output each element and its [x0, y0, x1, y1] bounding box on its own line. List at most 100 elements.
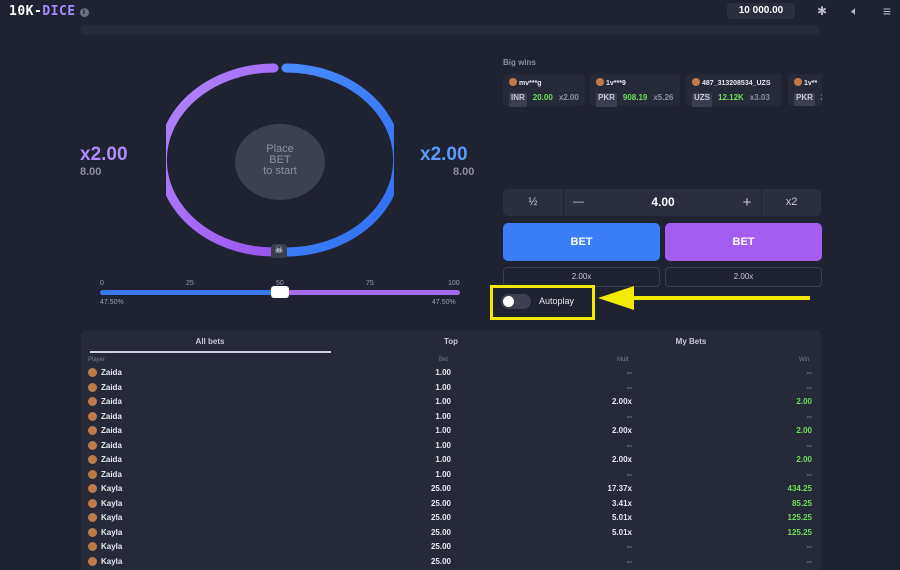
win-mult: x3.03 [749, 93, 770, 102]
menu-icon[interactable]: ≡ [879, 4, 895, 18]
cell-bet: 1.00 [435, 397, 451, 406]
tab-all-bets[interactable]: All bets [150, 337, 270, 346]
bet-amount-input[interactable]: 4.00 [593, 189, 733, 216]
double-button[interactable]: x2 [761, 189, 821, 216]
slider-tick: 75 [366, 280, 374, 287]
avatar [88, 542, 97, 551]
cell-bet: 25.00 [430, 498, 451, 508]
table-row: Kayla 25.00 17.37x 434.25 [0, 484, 900, 498]
autoplay-label: Autoplay [539, 296, 575, 306]
cell-player: Zaida [88, 440, 122, 450]
big-win-card[interactable]: 487_313208534_UZS UZS 12.12K x3.03 [686, 74, 782, 107]
column-header-win: Win [799, 357, 810, 363]
cell-win: 2.00 [796, 455, 812, 464]
player-name: Zaida [101, 426, 122, 435]
cell-player: Zaida [88, 455, 122, 464]
autoplay-toggle[interactable] [501, 293, 531, 309]
cell-bet: 1.00 [435, 368, 451, 377]
player-name: Kayla [101, 513, 123, 522]
cell-win: -- [806, 382, 812, 392]
column-header-mult: Mult [617, 357, 629, 363]
cell-mult: 17.37x [607, 484, 632, 493]
cell-mult: -- [626, 469, 632, 479]
avatar [88, 426, 97, 435]
cell-player: Kayla [88, 498, 122, 508]
cell-bet: 25.00 [430, 542, 451, 551]
avatar [88, 368, 97, 377]
bet-button-left-side[interactable]: BET [665, 223, 822, 261]
odds-left: 2.00x [503, 267, 660, 287]
table-row: Kayla 25.00 5.01x 125.25 [0, 527, 900, 542]
tab-my-bets[interactable]: My Bets [631, 337, 751, 346]
table-row: Kayla 25.00 5.01x 125.25 [0, 513, 900, 527]
big-win-card[interactable]: mv***g INR 20.00 x2.00 [503, 74, 585, 107]
cell-bet: 1.00 [435, 440, 451, 450]
win-currency: PKR [794, 93, 815, 106]
cell-mult: 2.00x [611, 455, 632, 464]
game-logo: 10K-DICE i [9, 4, 89, 19]
slider-track-right[interactable] [280, 290, 460, 295]
cell-win: -- [806, 556, 812, 566]
cell-mult: 5.01x [611, 527, 632, 537]
avatar [88, 455, 97, 464]
autoplay-control[interactable]: Autoplay [501, 292, 574, 310]
half-button[interactable]: ½ [503, 189, 563, 216]
logo-text-dice: DICE [42, 4, 76, 19]
plus-button[interactable]: + [733, 189, 761, 216]
player-name: Kayla [101, 484, 123, 493]
win-amount: 2 [821, 93, 822, 106]
avatar [88, 397, 97, 406]
cell-win: -- [806, 368, 812, 377]
minus-button[interactable]: — [563, 189, 593, 216]
slider-track-left[interactable] [100, 290, 280, 295]
info-icon[interactable]: i [79, 8, 89, 17]
player-name: Zaida [101, 440, 122, 450]
top-strip [80, 25, 820, 35]
avatar [88, 513, 97, 522]
cell-win: -- [806, 411, 812, 421]
bet-button-right-side[interactable]: BET [503, 223, 660, 261]
cell-win: 434.25 [787, 484, 812, 493]
header: 10K-DICE i 10 000.00 ✱ 🔈︎ ≡ [0, 0, 900, 24]
cell-bet: 25.00 [430, 527, 451, 537]
odds-right: 2.00x [665, 267, 822, 287]
tab-top[interactable]: Top [391, 337, 511, 346]
avatar [794, 78, 802, 86]
cell-mult: -- [626, 556, 632, 566]
center-text-to-start: to start [263, 165, 297, 177]
right-chance: 47.50% [432, 299, 456, 306]
big-win-card[interactable]: 1v***9 PKR 908.19 x5.26 [590, 74, 680, 107]
cell-mult: -- [626, 542, 632, 551]
slider-handle[interactable] [271, 286, 289, 298]
cell-win: -- [806, 469, 812, 479]
cell-bet: 1.00 [435, 426, 451, 435]
sound-icon[interactable]: 🔈︎ [847, 4, 863, 18]
win-mult: x2.00 [558, 93, 579, 102]
slider-tick: 100 [448, 280, 460, 287]
cell-bet: 1.00 [435, 469, 451, 479]
avatar [88, 527, 97, 537]
cell-bet: 1.00 [435, 411, 451, 421]
win-currency: INR [509, 93, 527, 107]
player-name: Zaida [101, 469, 122, 479]
table-row: Kayla 25.00 -- -- [0, 556, 900, 570]
avatar [692, 78, 700, 86]
cell-player: Zaida [88, 426, 122, 435]
avatar [509, 78, 517, 86]
slider-tick: 0 [100, 280, 104, 287]
table-row: Zaida 1.00 -- -- [0, 469, 900, 484]
cell-player: Zaida [88, 469, 122, 479]
cell-mult: -- [626, 382, 632, 392]
toggle-knob [503, 295, 514, 307]
win-user: mv***g [519, 80, 542, 87]
cell-mult: -- [626, 440, 632, 450]
cell-win: -- [806, 440, 812, 450]
settings-icon[interactable]: ✱ [814, 4, 830, 18]
cell-player: Kayla [88, 527, 122, 537]
table-row: Zaida 1.00 2.00x 2.00 [0, 426, 900, 440]
big-win-card[interactable]: 1v** PKR 2 [788, 74, 822, 106]
table-row: Zaida 1.00 -- -- [0, 411, 900, 426]
avatar [88, 556, 97, 566]
table-row: Zaida 1.00 2.00x 2.00 [0, 397, 900, 411]
cell-mult: 2.00x [611, 426, 632, 435]
